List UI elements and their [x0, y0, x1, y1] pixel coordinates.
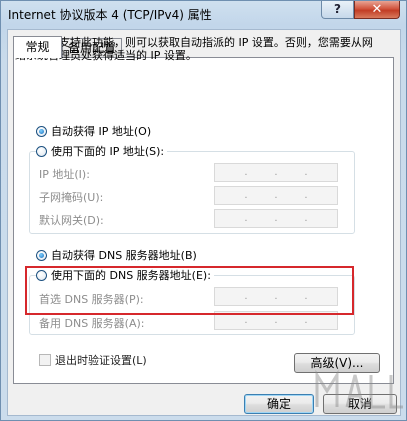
manual-ip-radio[interactable]: [36, 145, 47, 157]
help-button[interactable]: ?: [321, 1, 354, 19]
window-title: Internet 协议版本 4 (TCP/IPv4) 属性: [8, 8, 212, 22]
auto-ip-radio-row[interactable]: 自动获得 IP 地址(O): [36, 123, 155, 139]
default-gateway-field[interactable]: ...: [214, 209, 338, 228]
auto-dns-label: 自动获得 DNS 服务器地址(B): [51, 249, 197, 262]
close-icon: ✕: [371, 2, 383, 17]
manual-ip-label: 使用下面的 IP 地址(S):: [51, 145, 165, 158]
default-gateway-label: 默认网关(D):: [39, 214, 104, 227]
highlight-annotation-box: [25, 266, 354, 315]
subnet-mask-field[interactable]: ...: [214, 186, 338, 205]
auto-ip-radio[interactable]: [36, 125, 47, 137]
alternate-dns-label: 备用 DNS 服务器(A):: [39, 317, 145, 330]
manual-ip-radio-row[interactable]: 使用下面的 IP 地址(S):: [36, 143, 168, 159]
validate-settings-label: 退出时验证设置(L): [55, 354, 147, 367]
description-text: 如果网络支持此功能，则可以获取自动指派的 IP 设置。否则，您需要从网络系统管理…: [15, 36, 373, 62]
dialog-window: Internet 协议版本 4 (TCP/IPv4) 属性 ? ✕ 常规 备用配…: [0, 0, 407, 421]
auto-dns-radio-row[interactable]: 自动获得 DNS 服务器地址(B): [36, 247, 200, 263]
watermark-logo: [315, 369, 403, 409]
title-bar[interactable]: Internet 协议版本 4 (TCP/IPv4) 属性 ? ✕: [1, 1, 406, 25]
auto-dns-radio[interactable]: [36, 249, 47, 261]
ip-address-label: IP 地址(I):: [39, 168, 90, 181]
validate-settings-checkbox[interactable]: [39, 354, 51, 366]
subnet-mask-label: 子网掩码(U):: [39, 191, 104, 204]
ip-address-field[interactable]: ...: [214, 163, 338, 182]
auto-ip-label: 自动获得 IP 地址(O): [51, 125, 152, 138]
validate-settings-row[interactable]: 退出时验证设置(L): [39, 352, 147, 368]
close-button[interactable]: ✕: [354, 1, 400, 19]
tab-general[interactable]: 常规: [13, 36, 62, 58]
ok-button[interactable]: 确定: [244, 394, 314, 414]
